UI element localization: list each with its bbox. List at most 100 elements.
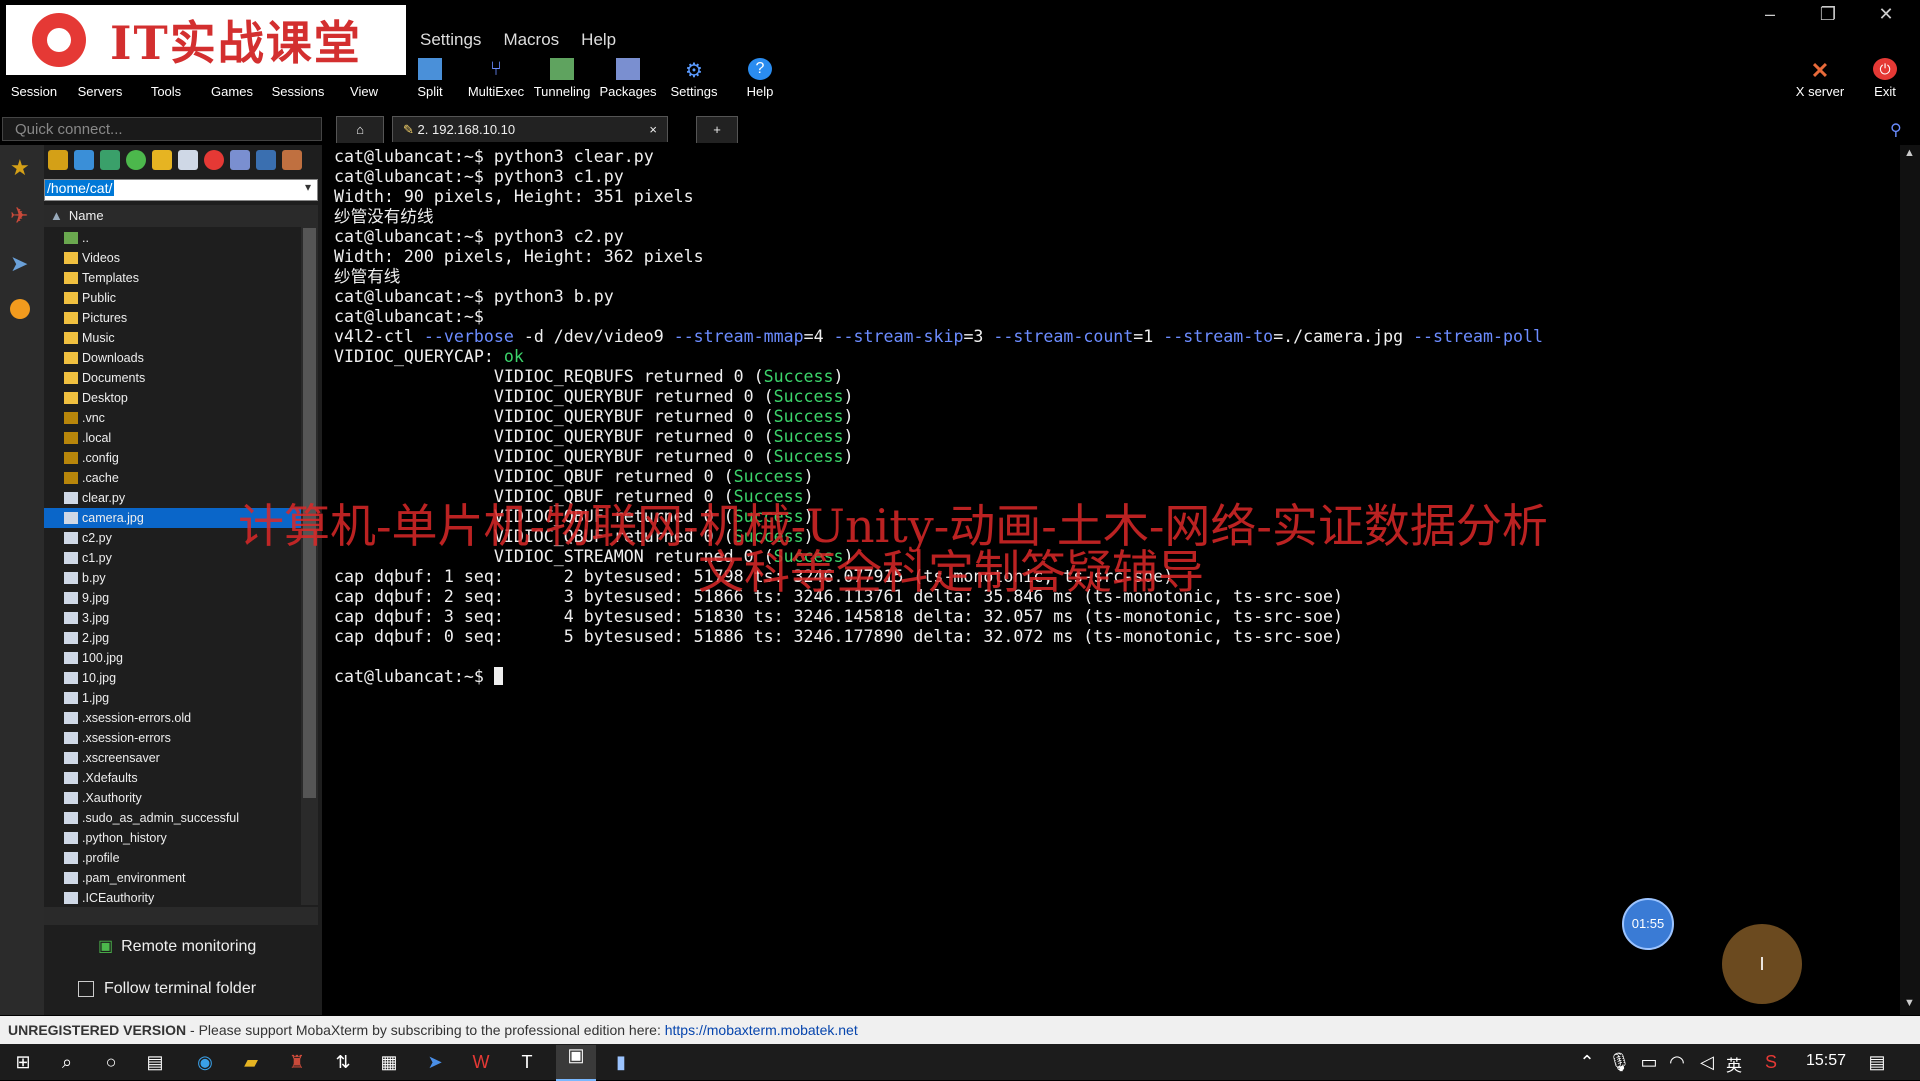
home-tab[interactable]: ⌂ bbox=[336, 116, 384, 143]
chevron-down-icon[interactable]: ▾ bbox=[303, 180, 313, 194]
menu-settings[interactable]: Settings bbox=[420, 30, 481, 50]
microphone-icon[interactable]: 🎙 bbox=[1608, 1052, 1631, 1072]
file-list-item[interactable]: b.py bbox=[44, 568, 301, 588]
toolbar-settings-button[interactable]: ⚙ Settings bbox=[661, 58, 727, 99]
new-tab-button[interactable]: + bbox=[696, 116, 738, 143]
file-list-item[interactable]: Pictures bbox=[44, 308, 301, 328]
toolbar-multiexec-button[interactable]: ⑂ MultiExec bbox=[463, 58, 529, 99]
toolbar-session-button[interactable]: Session bbox=[1, 58, 67, 99]
toolbar-split-button[interactable]: Split bbox=[397, 58, 463, 99]
checkbox[interactable] bbox=[78, 981, 94, 997]
file-list-item[interactable]: 3.jpg bbox=[44, 608, 301, 628]
app-icon-1[interactable]: ♜ bbox=[286, 1052, 308, 1072]
wps-icon[interactable]: W bbox=[470, 1052, 492, 1072]
toolbar-tools-button[interactable]: Tools bbox=[133, 58, 199, 99]
file-explorer-icon[interactable]: ▰ bbox=[240, 1052, 262, 1072]
file-list-item[interactable]: .python_history bbox=[44, 828, 301, 848]
macro-icon[interactable] bbox=[10, 299, 30, 319]
cortana-icon[interactable]: ○ bbox=[100, 1052, 122, 1072]
ime-indicator[interactable]: 英 bbox=[1726, 1052, 1742, 1076]
refresh-icon[interactable] bbox=[126, 150, 146, 170]
file-list-item[interactable]: .xscreensaver bbox=[44, 748, 301, 768]
toolbar-servers-button[interactable]: Servers bbox=[67, 58, 133, 99]
file-list-item[interactable]: Desktop bbox=[44, 388, 301, 408]
new-file-icon[interactable] bbox=[178, 150, 198, 170]
remote-monitoring-toggle[interactable]: ▣ Remote monitoring bbox=[98, 936, 256, 956]
file-list-item[interactable]: Public bbox=[44, 288, 301, 308]
file-list-item[interactable]: .Xdefaults bbox=[44, 768, 301, 788]
file-list-item[interactable]: .ICEauthority bbox=[44, 888, 301, 908]
file-list-item[interactable]: .xsession-errors bbox=[44, 728, 301, 748]
file-list-item[interactable]: .sudo_as_admin_successful bbox=[44, 808, 301, 828]
tools-side-icon[interactable]: ✈ bbox=[10, 203, 28, 229]
quick-connect-input[interactable]: Quick connect... bbox=[2, 117, 322, 141]
exit-button[interactable]: ⏻ Exit bbox=[1852, 58, 1918, 99]
file-list-item[interactable]: .pam_environment bbox=[44, 868, 301, 888]
file-list-item[interactable]: .profile bbox=[44, 848, 301, 868]
input-method-icon[interactable]: S bbox=[1760, 1052, 1782, 1072]
scroll-up-icon[interactable]: ▲ bbox=[1904, 147, 1915, 159]
upload-icon[interactable] bbox=[100, 150, 120, 170]
toolbar-view-button[interactable]: View bbox=[331, 58, 397, 99]
taskbar-clock[interactable]: 15:57 bbox=[1806, 1052, 1846, 1070]
file-list-item[interactable]: 10.jpg bbox=[44, 668, 301, 688]
notepad-icon[interactable]: ▮ bbox=[610, 1052, 632, 1072]
edge-icon[interactable]: ◉ bbox=[194, 1052, 216, 1072]
attach-icon[interactable]: ⚲ bbox=[1890, 120, 1902, 140]
file-list-item[interactable]: Templates bbox=[44, 268, 301, 288]
file-list-hscrollbar[interactable] bbox=[44, 907, 318, 925]
file-list-item[interactable]: .vnc bbox=[44, 408, 301, 428]
file-list-header[interactable]: ▲ Name bbox=[44, 205, 301, 227]
menu-help[interactable]: Help bbox=[581, 30, 616, 50]
toolbar-help-button[interactable]: ? Help bbox=[727, 58, 793, 99]
file-list-item[interactable]: .config bbox=[44, 448, 301, 468]
typora-icon[interactable]: T bbox=[516, 1052, 538, 1072]
file-list-item[interactable]: 2.jpg bbox=[44, 628, 301, 648]
parent-folder-icon[interactable] bbox=[48, 150, 68, 170]
send-icon[interactable]: ➤ bbox=[10, 251, 28, 277]
toolbar-tunneling-button[interactable]: Tunneling bbox=[529, 58, 595, 99]
mobaxterm-taskbar-icon[interactable]: ▣ bbox=[556, 1045, 596, 1081]
delete-icon[interactable] bbox=[204, 150, 224, 170]
file-list-item[interactable]: Documents bbox=[44, 368, 301, 388]
star-icon[interactable]: ★ bbox=[10, 155, 30, 181]
minimize-button[interactable]: – bbox=[1750, 4, 1790, 25]
close-window-button[interactable]: ✕ bbox=[1866, 4, 1906, 25]
search-icon[interactable]: ⌕ bbox=[56, 1052, 78, 1072]
file-list-item[interactable]: .xsession-errors.old bbox=[44, 708, 301, 728]
file-list-item[interactable]: 100.jpg bbox=[44, 648, 301, 668]
toolbar-games-button[interactable]: Games bbox=[199, 58, 265, 99]
file-list-item[interactable]: Videos bbox=[44, 248, 301, 268]
powershell-icon[interactable]: ➤ bbox=[424, 1052, 446, 1072]
menu-macros[interactable]: Macros bbox=[503, 30, 559, 50]
tab-close-button[interactable]: × bbox=[649, 117, 657, 143]
restore-button[interactable]: ❐ bbox=[1808, 4, 1848, 25]
download-icon[interactable] bbox=[74, 150, 94, 170]
file-list-item[interactable]: .Xauthority bbox=[44, 788, 301, 808]
task-view-icon[interactable]: ▤ bbox=[144, 1052, 166, 1072]
file-list-item[interactable]: .cache bbox=[44, 468, 301, 488]
new-folder-icon[interactable] bbox=[152, 150, 172, 170]
battery-icon[interactable]: ▭ bbox=[1638, 1052, 1660, 1072]
toolbar-sessions-button[interactable]: Sessions bbox=[265, 58, 331, 99]
mobaxterm-link[interactable]: https://mobaxterm.mobatek.net bbox=[665, 1022, 858, 1038]
app-icon-2[interactable]: ⇅ bbox=[332, 1052, 354, 1072]
scroll-down-icon[interactable]: ▼ bbox=[1904, 997, 1915, 1009]
volume-icon[interactable]: ◁ bbox=[1696, 1052, 1718, 1072]
file-list-item[interactable]: 1.jpg bbox=[44, 688, 301, 708]
permissions-icon[interactable] bbox=[282, 150, 302, 170]
path-input[interactable]: /home/cat/▾ bbox=[44, 179, 318, 201]
notifications-icon[interactable]: ▤ bbox=[1866, 1052, 1888, 1072]
xserver-button[interactable]: ✕ X server bbox=[1787, 58, 1853, 99]
file-list-item[interactable]: 9.jpg bbox=[44, 588, 301, 608]
file-list-item[interactable]: Music bbox=[44, 328, 301, 348]
wifi-icon[interactable]: ◠ bbox=[1666, 1052, 1688, 1072]
file-list-item[interactable]: Downloads bbox=[44, 348, 301, 368]
toggle-view-icon[interactable] bbox=[256, 150, 276, 170]
windows-start-icon[interactable]: ⊞ bbox=[12, 1052, 34, 1072]
toolbar-packages-button[interactable]: Packages bbox=[595, 58, 661, 99]
app-icon-3[interactable]: ▦ bbox=[378, 1052, 400, 1072]
file-list-item[interactable]: .local bbox=[44, 428, 301, 448]
tab-session-1[interactable]: ✎ 2. 192.168.10.10 × bbox=[392, 116, 668, 142]
file-list-item[interactable]: .. bbox=[44, 228, 301, 248]
